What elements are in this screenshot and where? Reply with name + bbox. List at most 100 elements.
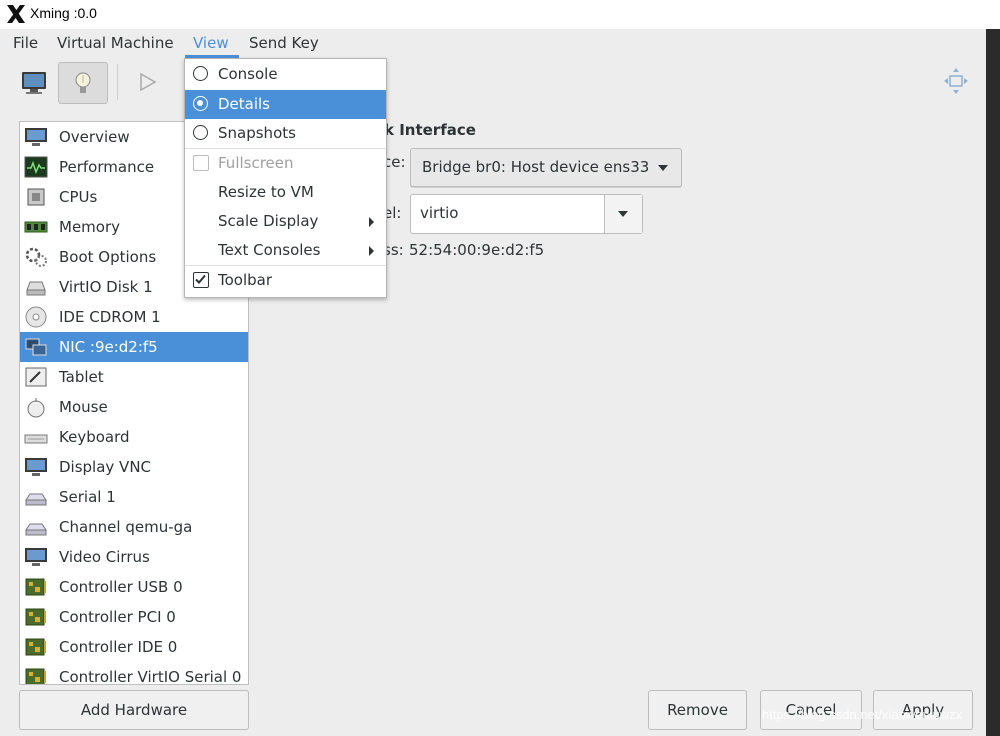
- hw-item-label: Performance: [59, 158, 155, 176]
- hw-item-ide-cdrom[interactable]: IDE CDROM 1: [20, 302, 248, 332]
- checkbox-unchecked-icon: [193, 155, 209, 171]
- controller-board-icon: [25, 668, 46, 684]
- chevron-right-icon: [369, 217, 374, 227]
- gears-icon: [25, 247, 47, 267]
- add-hardware-button[interactable]: Add Hardware: [19, 690, 249, 730]
- tablet-icon: [25, 367, 47, 387]
- hw-item-nic[interactable]: NIC :9e:d2:f5: [20, 332, 248, 362]
- hw-item-tablet[interactable]: Tablet: [20, 362, 248, 392]
- menu-send-key[interactable]: Send Key: [249, 34, 319, 52]
- view-menu-snapshots[interactable]: Snapshots: [185, 119, 386, 148]
- hw-item-label: Mouse: [59, 398, 108, 416]
- hw-item-label: Video Cirrus: [59, 548, 150, 566]
- disk-drive-icon: [26, 281, 46, 296]
- checkmark-icon: [195, 274, 206, 284]
- hw-item-controller-pci[interactable]: Controller PCI 0: [20, 602, 248, 632]
- menu-view[interactable]: View: [193, 34, 229, 52]
- menubar: File Virtual Machine View Send Key: [0, 29, 986, 57]
- hw-item-channel[interactable]: Channel qemu-ga: [20, 512, 248, 542]
- hw-item-serial[interactable]: Serial 1: [20, 482, 248, 512]
- lightbulb-icon: [75, 72, 91, 93]
- radio-unchecked-icon: [193, 66, 208, 81]
- hw-item-label: Serial 1: [59, 488, 116, 506]
- view-menu-resize-to-vm[interactable]: Resize to VM: [185, 178, 386, 207]
- display-icon: [25, 458, 47, 476]
- checkbox-checked-icon: [193, 272, 209, 288]
- video-icon: [25, 548, 47, 566]
- view-menu-text-consoles[interactable]: Text Consoles: [185, 236, 386, 265]
- play-icon: [140, 72, 157, 92]
- nic-section-heading: k Interface: [384, 121, 476, 139]
- hw-item-label: VirtIO Disk 1: [59, 278, 153, 296]
- cdrom-icon: [25, 306, 47, 328]
- cpu-chip-icon: [27, 188, 45, 206]
- view-menu-toolbar[interactable]: Toolbar: [185, 266, 386, 295]
- hw-item-label: Display VNC: [59, 458, 152, 476]
- keyboard-icon: [24, 434, 48, 444]
- view-menu-item-label: Snapshots: [218, 124, 296, 142]
- hw-item-label: CPUs: [59, 188, 98, 206]
- hw-item-mouse[interactable]: Mouse: [20, 392, 248, 422]
- hw-item-controller-virtio-serial[interactable]: Controller VirtIO Serial 0: [20, 662, 248, 685]
- fullscreen-move-icon: [944, 68, 968, 94]
- fullscreen-button[interactable]: [932, 62, 980, 102]
- view-menu-item-label: Fullscreen: [218, 154, 294, 172]
- network-source-value: Bridge br0: Host device ens33: [422, 158, 650, 176]
- view-menu-scale-display[interactable]: Scale Display: [185, 207, 386, 236]
- controller-board-icon: [25, 578, 46, 596]
- hw-item-controller-usb[interactable]: Controller USB 0: [20, 572, 248, 602]
- channel-icon: [25, 523, 47, 536]
- device-model-combo[interactable]: virtio: [410, 194, 643, 234]
- radio-checked-icon: [193, 96, 208, 111]
- view-menu-item-label: Resize to VM: [218, 183, 314, 201]
- hw-item-keyboard[interactable]: Keyboard: [20, 422, 248, 452]
- toolbar-separator: [117, 64, 118, 100]
- details-view-button[interactable]: [58, 62, 108, 104]
- window-titlebar: Xming :0.0: [0, 0, 1000, 29]
- network-source-dropdown[interactable]: Bridge br0: Host device ens33: [410, 148, 682, 187]
- menu-file[interactable]: File: [13, 34, 38, 52]
- menu-virtual-machine[interactable]: Virtual Machine: [57, 34, 174, 52]
- run-button[interactable]: [124, 62, 172, 102]
- view-menu-item-label: Text Consoles: [218, 241, 321, 259]
- background-strip: [986, 29, 1000, 736]
- view-menu-item-label: Toolbar: [218, 271, 273, 289]
- xming-logo-icon: [7, 5, 25, 23]
- view-menu-dropdown: Console Details Snapshots Fullscreen Res…: [184, 58, 387, 298]
- window-title: Xming :0.0: [30, 5, 97, 21]
- hw-item-label: Boot Options: [59, 248, 157, 266]
- hw-item-label: Tablet: [59, 368, 104, 386]
- view-menu-item-label: Scale Display: [218, 212, 319, 230]
- chevron-right-icon: [369, 246, 374, 256]
- hw-item-label: Controller VirtIO Serial 0: [59, 668, 242, 685]
- hw-item-label: IDE CDROM 1: [59, 308, 161, 326]
- serial-icon: [25, 493, 47, 506]
- hw-item-label: Controller USB 0: [59, 578, 183, 596]
- monitor-icon: [22, 72, 46, 94]
- controller-board-icon: [25, 638, 46, 656]
- hw-item-video[interactable]: Video Cirrus: [20, 542, 248, 572]
- view-menu-console[interactable]: Console: [185, 60, 386, 89]
- mac-address-value: 52:54:00:9e:d2:f5: [409, 241, 545, 259]
- chevron-down-icon: [618, 211, 628, 217]
- console-view-button[interactable]: [10, 62, 58, 102]
- device-model-dropdown-button[interactable]: [604, 195, 642, 233]
- hw-item-controller-ide[interactable]: Controller IDE 0: [20, 632, 248, 662]
- view-menu-details[interactable]: Details: [185, 90, 386, 119]
- mouse-icon: [27, 397, 45, 418]
- hw-item-label: Memory: [59, 218, 121, 236]
- view-menu-fullscreen: Fullscreen: [185, 149, 386, 178]
- radio-unchecked-icon: [193, 125, 208, 140]
- remove-button[interactable]: Remove: [648, 690, 747, 730]
- memory-module-icon: [24, 221, 48, 233]
- hw-item-display-vnc[interactable]: Display VNC: [20, 452, 248, 482]
- network-card-icon: [25, 338, 47, 356]
- watermark-text: https://blog.csdn.net/xiaowenluwzx: [762, 707, 963, 722]
- hw-item-label: Channel qemu-ga: [59, 518, 193, 536]
- performance-graph-icon: [24, 156, 48, 178]
- hw-item-label: NIC :9e:d2:f5: [59, 338, 158, 356]
- overview-monitor-icon: [25, 128, 47, 146]
- view-menu-item-label: Console: [218, 65, 278, 83]
- hw-item-label: Overview: [59, 128, 130, 146]
- controller-board-icon: [25, 608, 46, 626]
